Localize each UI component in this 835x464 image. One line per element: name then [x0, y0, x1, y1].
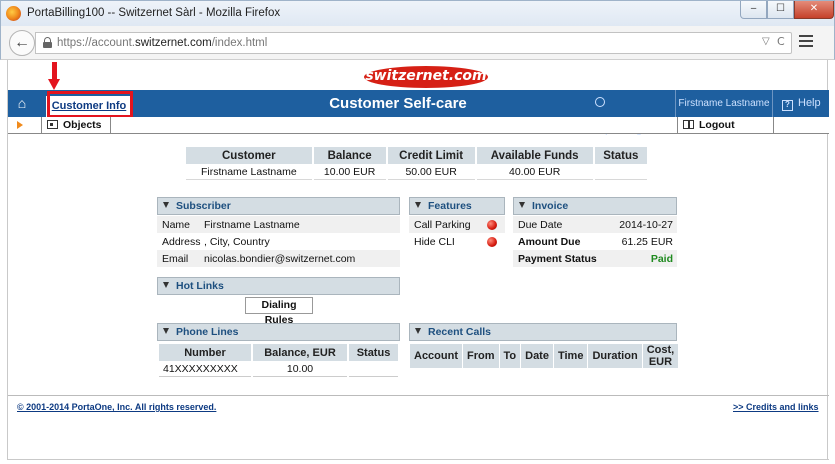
cell-number: 41XXXXXXXXX — [159, 361, 251, 377]
minimize-button[interactable]: ‒ — [740, 1, 767, 19]
page-title: Customer Self-care — [329, 95, 467, 112]
collapse-triangle-icon — [163, 282, 169, 288]
url-text: https://account.switzernet.com/index.htm… — [57, 37, 268, 49]
collapse-triangle-icon — [415, 202, 421, 208]
page-bottom-border — [8, 459, 829, 460]
back-arrow-icon: ← — [14, 34, 30, 51]
cell-status — [594, 164, 647, 180]
col-line-status: Status — [349, 344, 398, 361]
switzernet-logo: switzernet.com — [364, 64, 488, 88]
timezone-link[interactable]: Europe/Prague — [583, 90, 676, 136]
invoice-panel: Due Date 2014-10-27 Amount Due 61.25 EUR P… — [513, 216, 677, 267]
hamburger-menu-icon[interactable] — [799, 35, 813, 50]
table-row: Firstname Lastname 10.00 EUR 50.00 EUR 4… — [186, 164, 647, 180]
col-from: From — [463, 344, 499, 368]
maximize-button[interactable]: ☐ — [767, 1, 794, 19]
col-duration: Duration — [588, 344, 642, 368]
collapse-triangle-icon — [163, 328, 169, 334]
col-time: Time — [553, 344, 588, 368]
help-icon: ? — [782, 100, 793, 111]
url-dropdown-icon[interactable]: ▽ — [762, 36, 770, 47]
help-link[interactable]: ? Help — [773, 90, 829, 117]
col-available-funds: Available Funds — [476, 147, 593, 164]
cell-line-balance: 10.00 — [253, 361, 347, 377]
col-balance: Balance — [313, 147, 386, 164]
col-customer: Customer — [186, 147, 312, 164]
home-icon[interactable]: ⌂ — [8, 90, 36, 117]
objects-menu[interactable]: Objects — [41, 117, 111, 134]
list-item: Payment Status Paid — [513, 250, 677, 267]
window-title: PortaBilling100 -- Switzernet Sàrl - Moz… — [27, 7, 281, 19]
reload-icon[interactable]: C — [777, 35, 785, 48]
col-cost: Cost, EUR — [642, 344, 679, 368]
list-item: Due Date 2014-10-27 — [513, 216, 677, 233]
firefox-icon — [6, 6, 21, 21]
footer-divider — [8, 395, 829, 396]
phone-lines-table: Number Balance, EUR Status 41XXXXXXXXX 1… — [157, 344, 400, 377]
col-credit-limit: Credit Limit — [387, 147, 475, 164]
list-item: Amount Due 61.25 EUR — [513, 233, 677, 250]
expand-triangle-icon[interactable] — [17, 121, 23, 129]
features-panel-header[interactable]: Features — [409, 197, 505, 215]
phone-lines-panel-header[interactable]: Phone Lines — [157, 323, 400, 341]
dialing-rules-button[interactable]: Dialing Rules — [245, 297, 313, 326]
subscriber-panel-header[interactable]: Subscriber — [157, 197, 400, 215]
list-item: Hide CLI — [409, 233, 505, 250]
status-off-icon — [487, 219, 497, 230]
hot-links-panel-header[interactable]: Hot Links — [157, 277, 400, 295]
status-off-icon — [487, 236, 497, 247]
copyright-link[interactable]: © 2001-2014 PortaOne, Inc. All rights re… — [17, 402, 216, 412]
cell-customer: Firstname Lastname — [186, 164, 312, 180]
recent-calls-panel-header[interactable]: Recent Calls — [409, 323, 677, 341]
cell-line-status — [349, 361, 398, 377]
subscriber-panel: Name Firstname Lastname Address, City, Co… — [157, 216, 400, 267]
col-date: Date — [521, 344, 553, 368]
invoice-panel-header[interactable]: Invoice — [513, 197, 677, 215]
list-item: Address, City, Country — [162, 235, 270, 248]
objects-icon — [47, 120, 58, 129]
list-item: Call Parking — [409, 216, 505, 233]
credits-link[interactable]: >> Credits and links — [733, 402, 819, 412]
browser-navbar: ← https://account.switzernet.com/index.h… — [0, 26, 835, 60]
features-panel: Call Parking Hide CLI — [409, 216, 505, 250]
close-button[interactable]: ✕ — [794, 1, 834, 19]
collapse-triangle-icon — [519, 202, 525, 208]
back-button[interactable]: ← — [9, 30, 35, 56]
lock-icon — [43, 37, 52, 48]
collapse-triangle-icon — [415, 328, 421, 334]
col-number: Number — [159, 344, 251, 361]
url-bar[interactable]: https://account.switzernet.com/index.htm… — [35, 32, 792, 54]
cell-available-funds: 40.00 EUR — [476, 164, 593, 180]
sub-toolbar: Objects Logout — [8, 117, 829, 134]
account-summary-table: Customer Balance Credit Limit Available … — [184, 147, 649, 180]
window-titlebar: PortaBilling100 -- Switzernet Sàrl - Moz… — [0, 0, 835, 26]
col-balance-eur: Balance, EUR — [253, 344, 347, 361]
page-content: switzernet.com ⌂ Customer Info Customer … — [7, 60, 829, 460]
col-account: Account — [410, 344, 462, 368]
logout-icon — [683, 120, 694, 129]
logout-button[interactable]: Logout — [677, 117, 774, 134]
recent-calls-table: Account From To Date Time Duration Cost,… — [408, 344, 679, 368]
col-status: Status — [594, 147, 647, 164]
cell-balance: 10.00 EUR — [313, 164, 386, 180]
user-name-link[interactable]: Firstname Lastname — [676, 90, 773, 117]
payment-status-value: Paid — [650, 252, 673, 265]
red-highlight-box — [47, 91, 133, 118]
cell-credit-limit: 50.00 EUR — [387, 164, 475, 180]
table-row: 41XXXXXXXXX 10.00 — [159, 361, 398, 377]
col-to: To — [499, 344, 521, 368]
collapse-triangle-icon — [163, 202, 169, 208]
list-item: Email nicolas.bondier@switzernet.com — [157, 250, 400, 267]
list-item: Name Firstname Lastname — [157, 216, 400, 233]
clock-icon — [595, 97, 605, 107]
